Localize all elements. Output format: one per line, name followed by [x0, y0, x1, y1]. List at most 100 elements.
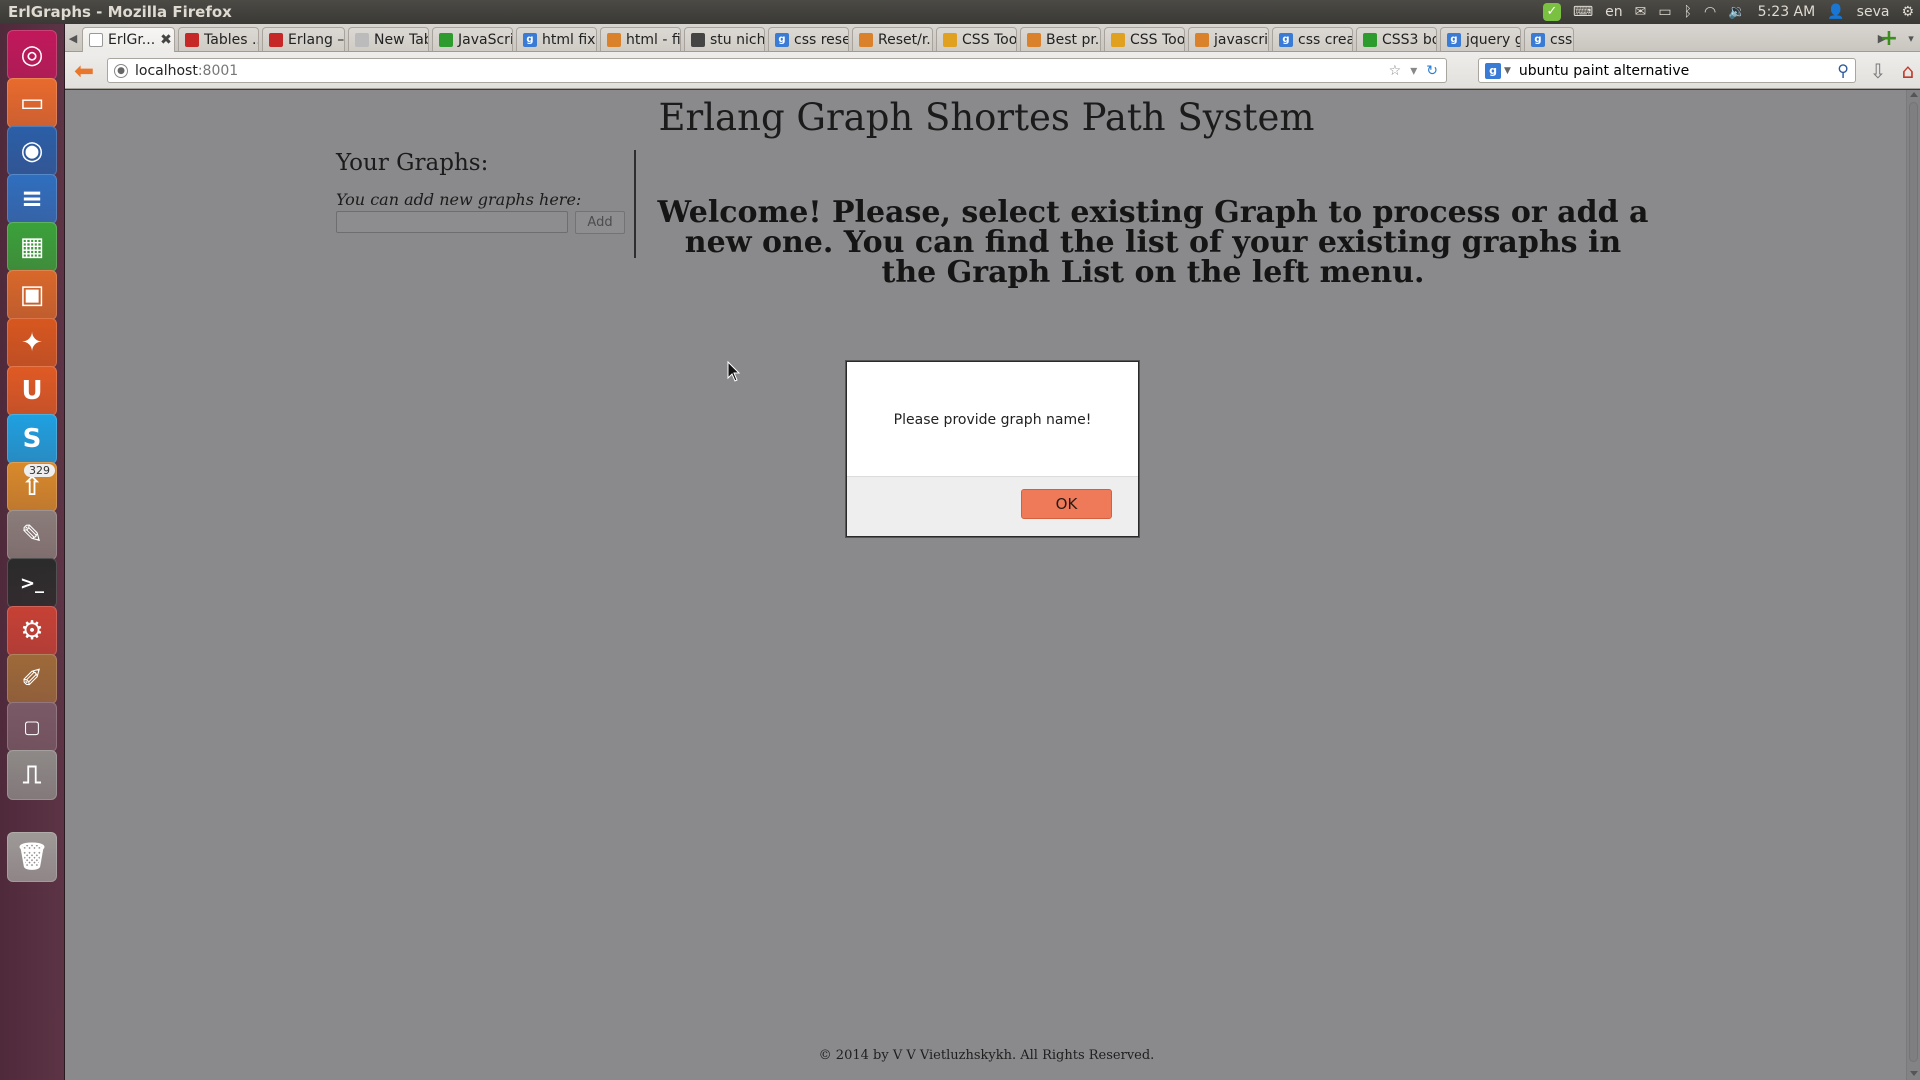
tab[interactable]: Erlang –... [262, 27, 345, 51]
system-tray: ✓ ⌨ en ✉ ▭ ᛒ ◠ 🔉 5:23 AM 👤 seva ⚙ [1542, 0, 1914, 24]
scroll-up-icon[interactable] [1910, 92, 1918, 97]
user-name[interactable]: seva [1857, 4, 1890, 20]
tab[interactable]: javascri... [1188, 27, 1269, 51]
mail-icon[interactable]: ✉ [1635, 4, 1647, 20]
tab[interactable]: Best pr... [1020, 27, 1101, 51]
tab-label: css crea... [1298, 31, 1352, 48]
site-identity-icon[interactable]: ● [114, 63, 128, 78]
launcher-software-center-icon[interactable]: ✦ [7, 318, 57, 368]
tab-favicon-icon [185, 32, 199, 47]
reload-icon[interactable]: ↻ [1426, 63, 1438, 79]
add-graph-button[interactable]: Add [575, 211, 625, 234]
tab-favicon-icon [1111, 32, 1125, 47]
launcher-skype-icon[interactable]: S [7, 414, 57, 464]
ok-button[interactable]: OK [1021, 489, 1112, 519]
engine-dropdown-icon[interactable]: ▼ [1504, 66, 1511, 76]
history-dropdown-icon[interactable]: ▾ [1410, 63, 1417, 79]
tab-favicon-icon [89, 33, 103, 47]
launcher-files-icon[interactable]: ▭ [7, 78, 57, 128]
launcher-impress-icon[interactable]: ▣ [7, 270, 57, 320]
launcher-text-editor-icon[interactable]: ✎ [7, 510, 57, 560]
tab-label: CSS3 bo... [1382, 31, 1436, 48]
launcher-badge: 329 [24, 464, 55, 477]
tab[interactable]: CSS Too... [1104, 27, 1185, 51]
checkmark-icon[interactable]: ✓ [1542, 3, 1561, 21]
launcher-writer-icon[interactable]: ≡ [7, 174, 57, 224]
launcher-trash-icon[interactable]: 🗑 [7, 832, 57, 882]
tab[interactable]: JavaScri... [432, 27, 513, 51]
launcher-workspace-icon[interactable]: ▢ [7, 702, 57, 752]
graph-name-input[interactable] [336, 211, 568, 233]
launcher-usb-icon[interactable]: ⎍ [7, 750, 57, 800]
launcher-drawing-icon[interactable]: ✐ [7, 654, 57, 704]
top-panel: ErlGraphs - Mozilla Firefox ✓ ⌨ en ✉ ▭ ᛒ… [0, 0, 1920, 24]
tab-scroll-left-icon[interactable]: ◀ [65, 24, 81, 52]
tab-favicon-icon [355, 32, 369, 47]
alert-dialog: Please provide graph name! OK [846, 361, 1139, 537]
tab[interactable]: html - fi... [600, 27, 681, 51]
tab-favicon-icon [943, 32, 957, 47]
tab-label: Erlang –... [288, 31, 345, 48]
tab[interactable]: CSS3 bo... [1356, 27, 1437, 51]
search-icon[interactable]: ⚲ [1837, 61, 1849, 80]
tab-favicon-icon [269, 32, 283, 47]
mouse-cursor-icon [727, 360, 741, 382]
keyboard-icon[interactable]: ⌨ [1573, 4, 1593, 20]
footer-copyright: © 2014 by V V Vietluzhskykh. All Rights … [818, 1048, 1155, 1063]
keyboard-layout[interactable]: en [1605, 4, 1623, 20]
downloads-icon[interactable]: ⇩ [1865, 58, 1891, 84]
back-button[interactable]: ⬅ [71, 57, 97, 85]
tab-label: CSS Too... [962, 31, 1017, 48]
tab[interactable]: g jquery g... [1440, 27, 1521, 51]
home-icon[interactable]: ⌂ [1895, 58, 1920, 84]
scroll-down-icon[interactable] [1910, 1071, 1918, 1076]
launcher-terminal-icon[interactable]: >_ [7, 558, 57, 608]
tab[interactable]: stu nich... [684, 27, 765, 51]
search-input[interactable]: ubuntu paint alternative [1519, 63, 1689, 79]
google-search-engine-icon[interactable]: g [1485, 62, 1501, 79]
page-title: Erlang Graph Shortes Path System [658, 96, 1315, 139]
tab-favicon-icon [1363, 32, 1377, 47]
tab[interactable]: Tables ... [178, 27, 259, 51]
scroll-thumb[interactable] [1909, 102, 1918, 1062]
launcher-settings-icon[interactable]: ⚙ [7, 606, 57, 656]
graphs-sidebar: Your Graphs: You can add new graphs here… [336, 150, 636, 234]
tab[interactable]: New Tab [348, 27, 429, 51]
tab-label: New Tab [374, 31, 429, 48]
tab-favicon-icon [1195, 32, 1209, 47]
tab[interactable]: Reset/r... [852, 27, 933, 51]
bookmark-star-icon[interactable]: ☆ [1389, 63, 1402, 79]
tab-list-icon[interactable]: ▾ [1903, 24, 1919, 52]
launcher: ◎ ▭ ◉ ≡ ▦ ▣ ✦ U S ⇧ 329 ✎ >_ ⚙ ✐ ▢ ⎍ 🗑 [0, 24, 65, 1080]
bluetooth-icon[interactable]: ᛒ [1684, 4, 1692, 20]
tab-label: css i [1550, 31, 1573, 48]
tab-close-icon[interactable]: ✖ [160, 32, 172, 48]
page-scrollbar[interactable] [1906, 90, 1920, 1080]
launcher-firefox-icon[interactable]: ◉ [7, 126, 57, 176]
tab[interactable]: g css crea... [1272, 27, 1353, 51]
tab[interactable]: CSS Too... [936, 27, 1017, 51]
launcher-updates-icon[interactable]: ⇧ 329 [7, 462, 57, 512]
launcher-calc-icon[interactable]: ▦ [7, 222, 57, 272]
tab-label: css rese... [794, 31, 848, 48]
new-tab-button[interactable]: + [1877, 26, 1901, 51]
search-bar[interactable]: g ▼ ubuntu paint alternative ⚲ [1478, 58, 1856, 83]
tab[interactable]: g html fix... [516, 27, 597, 51]
clock[interactable]: 5:23 AM [1758, 4, 1816, 20]
tab[interactable]: g css i [1524, 27, 1574, 51]
tab-favicon-icon: g [775, 32, 789, 47]
volume-icon[interactable]: 🔉 [1728, 4, 1745, 20]
tab-label: stu nich... [710, 31, 765, 48]
launcher-ubuntu-one-icon[interactable]: U [7, 366, 57, 416]
tab-favicon-icon [691, 32, 705, 47]
tab[interactable]: g css rese... [768, 27, 849, 51]
url-bar[interactable]: ● localhost :8001 ☆ ▾ ↻ [107, 58, 1447, 83]
battery-icon[interactable]: ▭ [1658, 4, 1671, 20]
tab-active[interactable]: ErlGr... ✖ [82, 27, 175, 52]
tab-label: Best pr... [1046, 31, 1100, 48]
tab-bar: ◀ ErlGr...✖ Tables ... Erlang –... New Tab J… [65, 24, 1920, 52]
wifi-icon[interactable]: ◠ [1704, 4, 1716, 20]
launcher-dash-home-icon[interactable]: ◎ [7, 30, 57, 80]
tab-label: CSS Too... [1130, 31, 1185, 48]
gear-icon[interactable]: ⚙ [1901, 4, 1914, 20]
